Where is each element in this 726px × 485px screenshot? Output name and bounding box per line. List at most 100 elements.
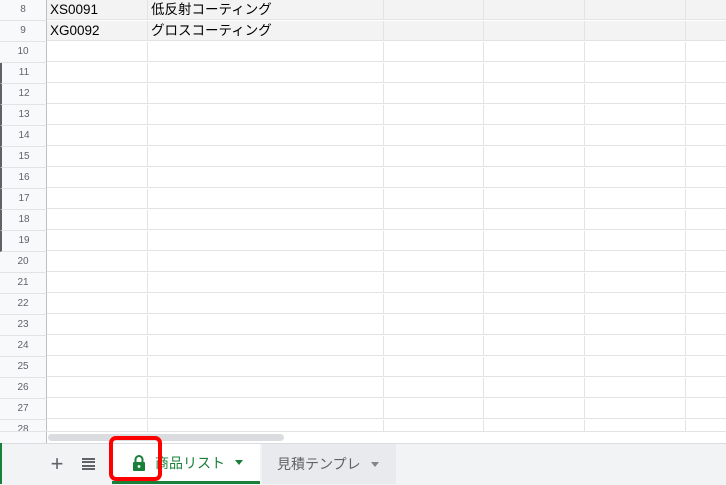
row-header[interactable]: 9	[0, 21, 47, 42]
table-row[interactable]: 19	[0, 231, 726, 252]
cell[interactable]	[686, 0, 726, 20]
cell[interactable]	[585, 63, 686, 83]
cell[interactable]	[384, 21, 484, 41]
cell-name[interactable]: グロスコーティング	[148, 21, 384, 41]
cell[interactable]	[484, 336, 585, 356]
table-row[interactable]: 28	[0, 420, 726, 431]
table-row[interactable]: 20	[0, 252, 726, 273]
cell[interactable]	[148, 231, 384, 251]
row-header[interactable]: 13	[0, 105, 47, 126]
cell[interactable]	[148, 105, 384, 125]
row-header[interactable]: 15	[0, 147, 47, 168]
table-row[interactable]: 9 XG0092 グロスコーティング	[0, 21, 726, 42]
cell[interactable]	[384, 189, 484, 209]
cell[interactable]	[686, 294, 726, 314]
cell[interactable]	[585, 357, 686, 377]
cell[interactable]	[148, 189, 384, 209]
cell[interactable]	[686, 63, 726, 83]
cell[interactable]	[148, 273, 384, 293]
cell[interactable]	[47, 126, 148, 146]
cell[interactable]	[686, 147, 726, 167]
cell[interactable]	[484, 420, 585, 431]
cell[interactable]	[585, 273, 686, 293]
cell[interactable]	[384, 252, 484, 272]
cell[interactable]	[384, 0, 484, 20]
cell[interactable]	[686, 231, 726, 251]
table-row[interactable]: 11	[0, 63, 726, 84]
cell[interactable]	[148, 399, 384, 419]
row-header[interactable]: 21	[0, 273, 47, 294]
cell[interactable]	[484, 231, 585, 251]
cell[interactable]	[585, 126, 686, 146]
cell[interactable]	[384, 315, 484, 335]
cell[interactable]	[47, 357, 148, 377]
cell-code[interactable]: XS0091	[47, 0, 148, 20]
cell[interactable]	[484, 0, 585, 20]
caret-down-icon[interactable]	[370, 461, 379, 467]
table-row[interactable]: 24	[0, 336, 726, 357]
table-row[interactable]: 15	[0, 147, 726, 168]
row-header[interactable]: 26	[0, 378, 47, 399]
cell[interactable]	[585, 378, 686, 398]
cell[interactable]	[686, 210, 726, 230]
cell[interactable]	[384, 210, 484, 230]
cell[interactable]	[148, 42, 384, 62]
cell[interactable]	[384, 357, 484, 377]
table-row[interactable]: 16	[0, 168, 726, 189]
cell[interactable]	[384, 147, 484, 167]
cell[interactable]	[686, 315, 726, 335]
cell[interactable]	[47, 168, 148, 188]
table-row[interactable]: 14	[0, 126, 726, 147]
cell[interactable]	[384, 273, 484, 293]
cell[interactable]	[47, 189, 148, 209]
cell-name[interactable]: 低反射コーティング	[148, 0, 384, 20]
cell[interactable]	[148, 126, 384, 146]
cell[interactable]	[47, 315, 148, 335]
cell[interactable]	[484, 189, 585, 209]
cell[interactable]	[484, 252, 585, 272]
cell[interactable]	[148, 252, 384, 272]
cell[interactable]	[484, 168, 585, 188]
cell[interactable]	[484, 273, 585, 293]
caret-down-icon[interactable]	[235, 460, 243, 465]
cell[interactable]	[47, 336, 148, 356]
cell[interactable]	[384, 42, 484, 62]
cell[interactable]	[47, 252, 148, 272]
cell[interactable]	[484, 210, 585, 230]
row-header[interactable]: 18	[0, 210, 47, 231]
cell[interactable]	[585, 336, 686, 356]
cell[interactable]	[585, 315, 686, 335]
cell[interactable]	[484, 126, 585, 146]
cell[interactable]	[384, 84, 484, 104]
table-row[interactable]: 18	[0, 210, 726, 231]
cell[interactable]	[384, 231, 484, 251]
cell[interactable]	[585, 21, 686, 41]
cell[interactable]	[686, 252, 726, 272]
table-row[interactable]: 25	[0, 357, 726, 378]
cell[interactable]	[148, 420, 384, 431]
row-header[interactable]: 17	[0, 189, 47, 210]
cell[interactable]	[47, 399, 148, 419]
cell[interactable]	[148, 378, 384, 398]
cell[interactable]	[484, 315, 585, 335]
cell[interactable]	[686, 357, 726, 377]
cell[interactable]	[148, 63, 384, 83]
table-row[interactable]: 22	[0, 294, 726, 315]
table-row[interactable]: 21	[0, 273, 726, 294]
row-header[interactable]: 12	[0, 84, 47, 105]
cell[interactable]	[686, 168, 726, 188]
cell[interactable]	[686, 105, 726, 125]
row-header[interactable]: 11	[0, 63, 47, 84]
tab-estimate-template[interactable]: 見積テンプレ	[262, 444, 396, 484]
cell[interactable]	[47, 105, 148, 125]
cell[interactable]	[148, 357, 384, 377]
row-header[interactable]: 24	[0, 336, 47, 357]
cell[interactable]	[148, 294, 384, 314]
cell[interactable]	[384, 399, 484, 419]
row-header[interactable]: 8	[0, 0, 47, 21]
cell[interactable]	[47, 63, 148, 83]
cell[interactable]	[686, 126, 726, 146]
row-header[interactable]: 14	[0, 126, 47, 147]
cell[interactable]	[484, 21, 585, 41]
cell[interactable]	[585, 294, 686, 314]
